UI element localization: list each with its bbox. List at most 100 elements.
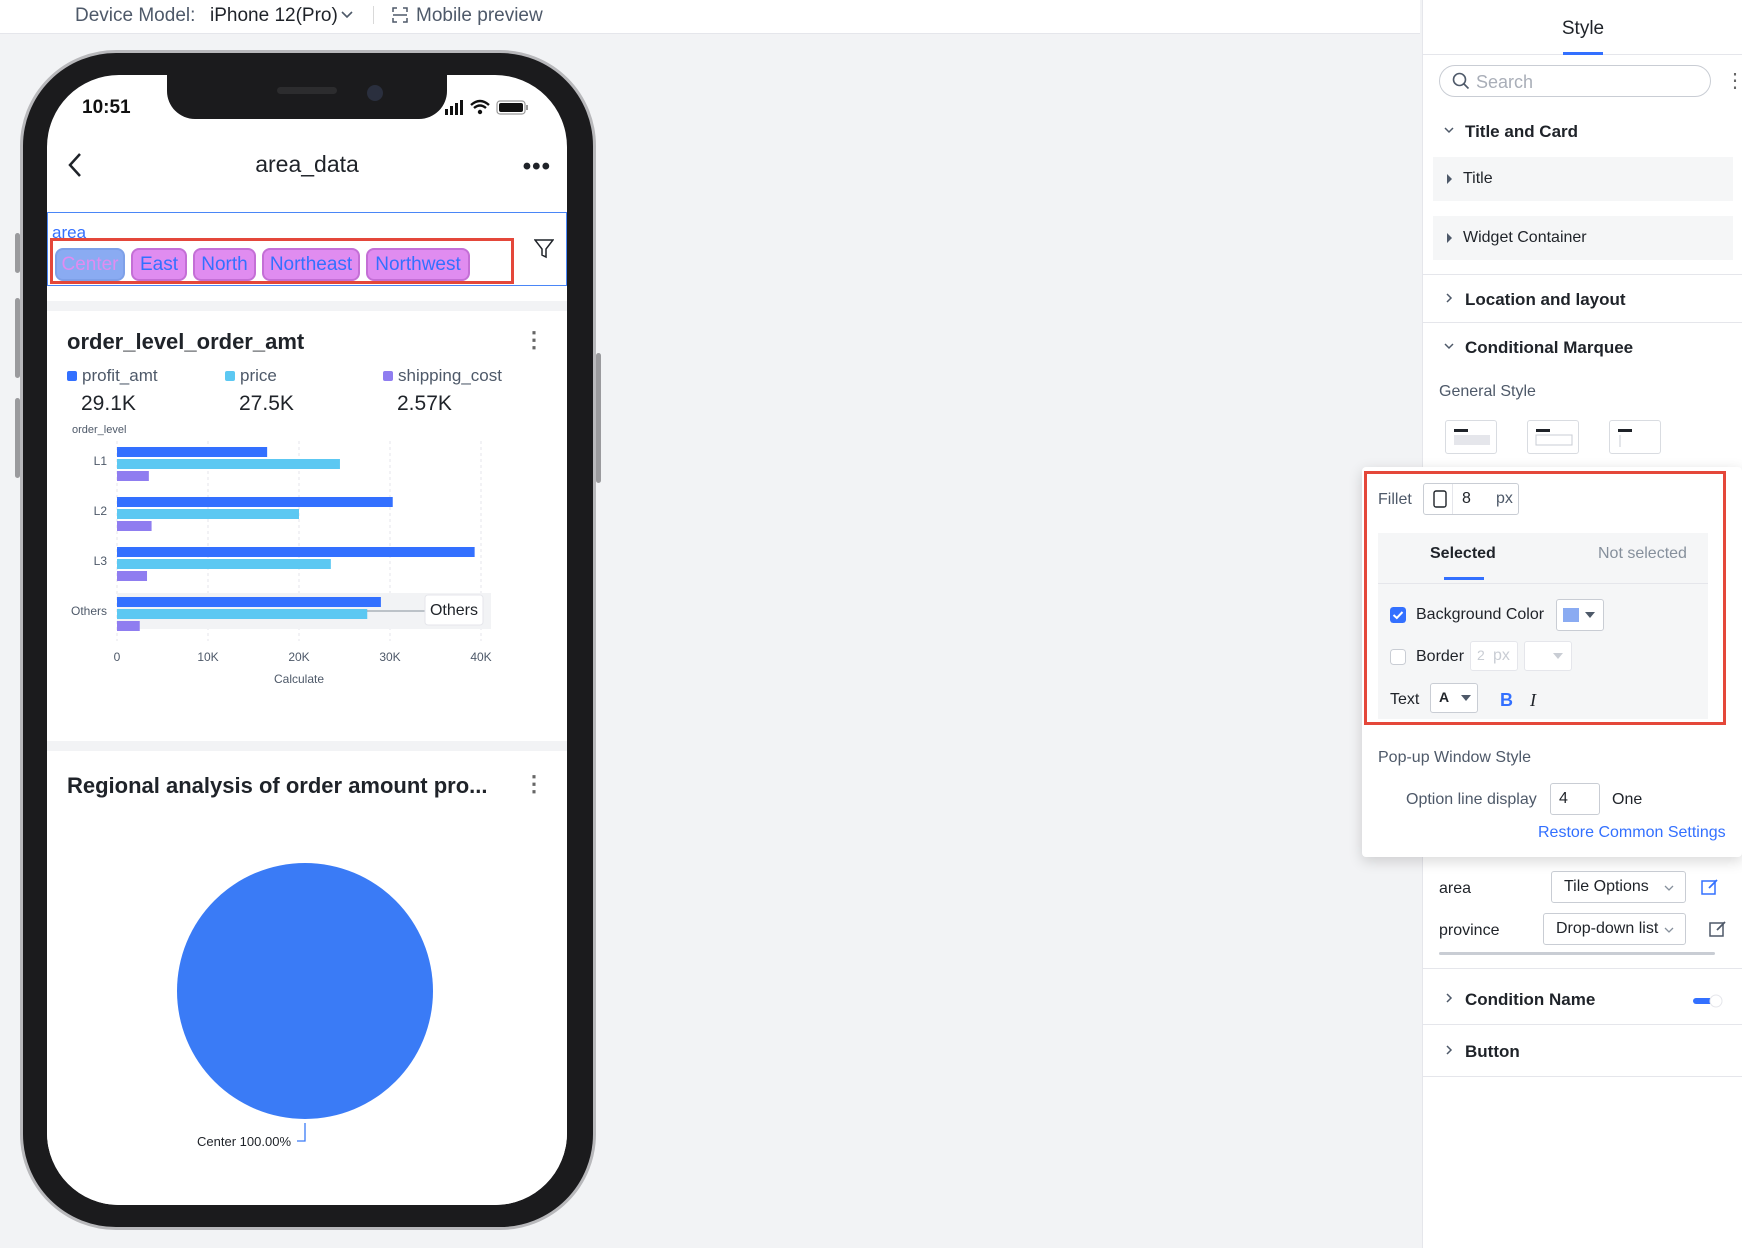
tab-selected[interactable]: Selected (1430, 545, 1496, 563)
status-time: 10:51 (82, 97, 131, 118)
chevron-down-icon (1444, 343, 1454, 350)
metric-value: 27.5K (239, 392, 294, 415)
search-input[interactable]: Search (1439, 65, 1711, 97)
general-style-label: General Style (1439, 383, 1536, 400)
metric-price: price 27.5K (225, 366, 294, 416)
border-width-unit: px (1493, 647, 1510, 664)
more-icon[interactable]: ••• (523, 153, 551, 181)
selection-state-box: Selected Not selected Background Color B… (1378, 533, 1708, 719)
bar-profit_amt (117, 597, 381, 607)
metric-label: shipping_cost (398, 366, 502, 385)
option-line-value: 4 (1559, 790, 1568, 807)
card-title: order_level_order_amt (67, 329, 305, 354)
x-tick-label: 30K (379, 650, 400, 664)
search-icon (1452, 72, 1470, 90)
mobile-preview-button[interactable]: Mobile preview (416, 5, 543, 27)
power-button (596, 353, 601, 483)
chevron-right-icon (1446, 293, 1453, 303)
popup-style-label: Pop-up Window Style (1378, 749, 1531, 766)
italic-button[interactable]: I (1530, 690, 1536, 711)
marquee-style-popup: Fillet 8 px Selected Not selected Backgr… (1362, 467, 1742, 857)
fillet-label: Fillet (1378, 491, 1412, 508)
border-checkbox[interactable] (1390, 649, 1406, 665)
bg-color-label: Background Color (1416, 606, 1545, 623)
chevron-right-icon (1446, 1045, 1453, 1055)
style-option-3-icon[interactable] (1609, 420, 1661, 454)
pie-label-leader (297, 1123, 306, 1142)
chip-north[interactable]: North (193, 248, 256, 281)
edit-icon[interactable] (1709, 920, 1727, 938)
option-line-input[interactable]: 4 (1550, 783, 1600, 815)
bg-color-checkbox[interactable] (1390, 607, 1406, 623)
panel-more-icon[interactable]: ⋮ (1725, 68, 1742, 93)
option-line-unit: One (1612, 791, 1643, 808)
divider (1423, 1076, 1742, 1077)
divider (1378, 583, 1708, 584)
subsection-label: Title (1463, 170, 1493, 187)
caret-down-icon (1553, 653, 1563, 659)
subsection-widget-container[interactable]: Widget Container (1433, 216, 1733, 260)
phone-screen: 10:51 area_data ••• area Center East Nor… (47, 75, 567, 1205)
caret-right-icon (1447, 233, 1452, 243)
bar-price (117, 609, 368, 619)
caret-down-icon (1461, 695, 1471, 701)
mobile-icon (1433, 490, 1447, 508)
chip-northwest[interactable]: Northwest (366, 248, 470, 281)
y-tick-label: L1 (94, 454, 108, 468)
status-icons (445, 99, 528, 115)
filter-icon[interactable] (534, 238, 554, 260)
pie-chart-card: Regional analysis of order amount pro...… (47, 741, 567, 1205)
text-color-picker[interactable]: A (1430, 683, 1478, 713)
device-model-select[interactable]: iPhone 12(Pro) (210, 5, 338, 27)
horizontal-scrollbar[interactable] (1439, 952, 1715, 955)
chevron-down-icon (1664, 885, 1674, 891)
mobile-preview-icon[interactable] (391, 6, 409, 24)
fillet-input[interactable]: 8 px (1423, 483, 1519, 515)
top-bar: Device Model: iPhone 12(Pro) Mobile prev… (0, 0, 1420, 34)
restore-common-settings-link[interactable]: Restore Common Settings (1538, 824, 1726, 842)
style-option-1-icon[interactable] (1445, 420, 1497, 454)
bg-color-picker[interactable] (1556, 599, 1604, 631)
bar-chart-card: order_level_order_amt ⋮ profit_amt 29.1K… (47, 301, 567, 731)
speaker (277, 87, 337, 94)
border-label: Border (1416, 648, 1465, 665)
x-tick-label: 20K (288, 650, 309, 664)
border-color-picker[interactable] (1524, 641, 1572, 671)
card-more-icon[interactable]: ⋮ (523, 771, 545, 797)
volume-up-button (15, 298, 20, 378)
chevron-down-icon[interactable] (340, 8, 354, 22)
bar-price (117, 459, 340, 469)
chip-northeast[interactable]: Northeast (262, 248, 360, 281)
card-more-icon[interactable]: ⋮ (523, 327, 545, 353)
divider (1423, 968, 1742, 969)
pie-data-label: Center 100.00% (197, 1134, 291, 1149)
pie-slice-center (177, 863, 433, 1119)
metric-shipping: shipping_cost 2.57K (383, 366, 502, 416)
toggle-switch[interactable] (1693, 994, 1723, 1008)
style-option-2-icon[interactable] (1527, 420, 1579, 454)
option-line-label: Option line display (1406, 791, 1537, 808)
y-tick-label: L3 (94, 554, 108, 568)
front-camera (367, 85, 383, 101)
bar-profit_amt (117, 547, 475, 557)
divider (1423, 322, 1742, 323)
metric-label: price (240, 366, 277, 385)
tab-not-selected[interactable]: Not selected (1598, 545, 1687, 563)
divider (1423, 1024, 1742, 1025)
subsection-title[interactable]: Title (1433, 157, 1733, 201)
tab-style[interactable]: Style (1423, 18, 1742, 40)
bold-button[interactable]: B (1500, 690, 1513, 711)
card-title: Regional analysis of order amount pro... (67, 773, 488, 798)
edit-icon[interactable] (1701, 878, 1719, 896)
area-display-select[interactable]: Tile Options (1551, 871, 1686, 903)
device-model-label: Device Model: (75, 5, 196, 26)
bar-chart: order_level 0 10K 20K 30K 40K L1 L2 L3 Others Othe… (71, 424, 492, 686)
fillet-unit: px (1496, 490, 1513, 507)
chip-east[interactable]: East (131, 248, 187, 281)
subsection-label: Widget Container (1463, 229, 1587, 246)
border-width-input[interactable]: 2 px (1470, 641, 1518, 671)
mute-switch (15, 233, 20, 273)
nav-bar: area_data ••• (47, 137, 567, 193)
chip-center[interactable]: Center (55, 248, 125, 281)
province-display-select[interactable]: Drop-down list (1543, 913, 1686, 945)
